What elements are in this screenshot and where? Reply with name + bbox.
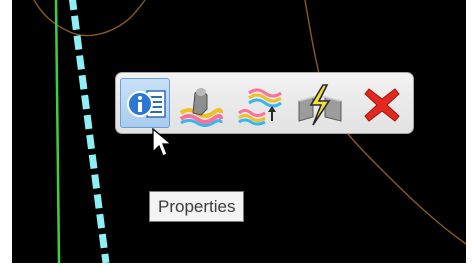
delete-icon: [364, 88, 400, 122]
lightning-break-icon: [298, 84, 342, 126]
green-line: [54, 0, 61, 263]
delete-button[interactable]: [356, 78, 406, 128]
tooltip-text: Properties: [158, 197, 236, 216]
dashed-line: [68, 0, 110, 263]
lightning-break-button[interactable]: [294, 78, 344, 128]
drawing-canvas[interactable]: Properties: [12, 0, 466, 263]
layered-surface-icon: [238, 88, 282, 126]
terrain-model-button[interactable]: [174, 78, 224, 128]
properties-icon: [127, 90, 166, 118]
context-toolbar: [115, 72, 414, 134]
boundary-line-top-left: [33, 0, 146, 37]
mouse-cursor-icon: [152, 128, 173, 157]
properties-button[interactable]: [120, 78, 170, 128]
terrain-model-icon: [179, 88, 223, 127]
tooltip: Properties: [149, 191, 245, 222]
layered-surface-button[interactable]: [234, 78, 284, 128]
